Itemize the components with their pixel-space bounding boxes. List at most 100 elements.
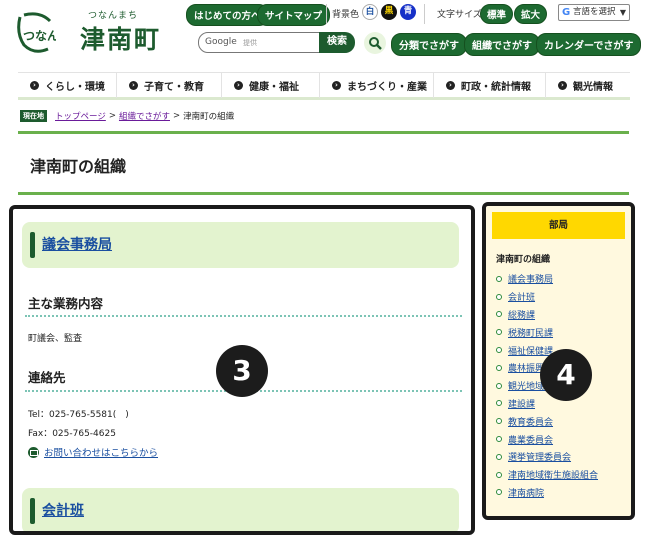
department-link[interactable]: 総務課 (508, 308, 535, 321)
breadcrumb-badge: 現在地 (20, 110, 47, 122)
department-link[interactable]: 津南地域衛生施設組合 (508, 468, 598, 481)
side-subheading: 津南町の組織 (496, 255, 551, 265)
main-content-panel: 議会事務局 主な業務内容 町議会、監査 連絡先 Tel：025-765-5581… (9, 205, 475, 535)
language-select-label: 言語を選択 (573, 7, 616, 17)
contact-heading: 連絡先 (28, 370, 66, 385)
duties-heading: 主な業務内容 (28, 296, 104, 311)
gnav-item-tourism[interactable]: › 観光情報 (546, 73, 630, 98)
logo-emblem-icon: つなん (17, 12, 56, 53)
title-rule-top (18, 131, 629, 134)
bg-white-button[interactable]: 白 (362, 4, 378, 20)
side-heading: 部局 (492, 212, 625, 239)
breadcrumb-separator: > (172, 111, 181, 121)
gnav-label: 健康・福祉 (249, 82, 299, 93)
section-header-council: 議会事務局 (22, 222, 459, 268)
bullet-icon (496, 436, 502, 443)
gnav-item-town-planning[interactable]: › まちづくり・産業 (320, 73, 434, 98)
arrow-right-icon: › (234, 81, 243, 90)
search-placeholder: 提供 (243, 39, 257, 47)
section-link-council[interactable]: 議会事務局 (42, 234, 112, 254)
department-link[interactable]: 選挙管理委員会 (508, 450, 571, 463)
bullet-icon (496, 311, 502, 318)
logo-name: 津南町 (80, 25, 162, 54)
section-accent-bar (30, 498, 35, 524)
section-accent-bar (30, 232, 35, 258)
breadcrumb-link-top[interactable]: トップページ (55, 110, 106, 122)
bullet-icon (496, 400, 502, 407)
gnav-label: 町政・統計情報 (461, 82, 531, 93)
breadcrumb-separator: > (108, 111, 116, 121)
inquiry-link-label: お問い合わせはこちらから (44, 448, 159, 459)
gnav-label: まちづくり・産業 (347, 82, 427, 93)
nav-category-button[interactable]: 分類でさがす (391, 33, 467, 56)
bullet-icon (496, 489, 502, 496)
search-bar: Google 提供 検索 分類でさがす 組織でさがす カレンダーでさがす (198, 32, 642, 56)
duties-text: 町議会、監査 (28, 334, 83, 344)
dotted-divider (25, 315, 462, 317)
contact-tel: Tel：025-765-5581( ) (28, 410, 129, 420)
search-icon (364, 32, 386, 54)
list-item: 津南地域衛生施設組合 (496, 466, 598, 484)
divider (326, 4, 327, 24)
list-item: 津南病院 (496, 484, 598, 502)
font-standard-button[interactable]: 標準 (480, 4, 514, 24)
logo-emblem-text: つなん (23, 29, 56, 43)
gnav-item-health[interactable]: › 健康・福祉 (222, 73, 320, 98)
department-link[interactable]: 福祉保健課 (508, 344, 553, 357)
list-item: 税務町民課 (496, 323, 598, 341)
divider (424, 4, 425, 24)
gnav-item-administration[interactable]: › 町政・統計情報 (434, 73, 546, 98)
title-rule-bottom (18, 192, 629, 195)
sitemap-button[interactable]: サイトマップ (257, 4, 331, 26)
site-header: つなん つなんまち 津南町 はじめての方へ サイトマップ 背景色 白 黒 青 文… (0, 0, 650, 62)
annotation-marker-3: 3 (216, 345, 268, 397)
search-brand: Google (205, 37, 237, 47)
list-item: 議会事務局 (496, 270, 598, 288)
language-select[interactable]: G 言語を選択 ▼ (558, 4, 630, 21)
side-department-panel: 部局 津南町の組織 議会事務局 会計班 総務課 税務町民課 福祉保健課 農林振興… (482, 202, 635, 520)
search-button[interactable]: 検索 (319, 32, 355, 53)
search-input[interactable]: Google 提供 (198, 32, 320, 53)
nav-calendar-button[interactable]: カレンダーでさがす (536, 33, 642, 56)
google-translate-icon: G (562, 7, 571, 18)
bg-blue-button[interactable]: 青 (400, 4, 416, 20)
department-link[interactable]: 津南病院 (508, 486, 544, 499)
breadcrumb-link-org[interactable]: 組織でさがす (119, 110, 170, 122)
list-item: 総務課 (496, 306, 598, 324)
font-large-button[interactable]: 拡大 (514, 4, 548, 24)
contact-fax: Fax：025-765-4625 (28, 429, 116, 439)
breadcrumb: 現在地 トップページ > 組織でさがす > 津南町の組織 (20, 109, 234, 123)
department-link[interactable]: 税務町民課 (508, 326, 553, 339)
bg-black-button[interactable]: 黒 (381, 4, 397, 20)
bullet-icon (496, 453, 502, 460)
bullet-icon (496, 275, 502, 282)
bullet-icon (496, 293, 502, 300)
global-nav: › くらし・環境 › 子育て・教育 › 健康・福祉 › まちづくり・産業 › 町政・統計情… (18, 72, 630, 100)
bullet-icon (496, 364, 502, 371)
department-link[interactable]: 教育委員会 (508, 415, 553, 428)
list-item: 建設課 (496, 395, 598, 413)
annotation-marker-4: 4 (540, 349, 592, 401)
nav-org-button[interactable]: 組織でさがす (464, 33, 540, 56)
bg-color-label: 背景色 (332, 10, 360, 20)
gnav-item-education[interactable]: › 子育て・教育 (117, 73, 222, 98)
utility-bar: はじめての方へ サイトマップ 背景色 白 黒 青 文字サイズ 標準 拡大 G 言… (186, 4, 646, 26)
arrow-right-icon: › (30, 81, 39, 90)
gnav-label: 子育て・教育 (144, 82, 204, 93)
bullet-icon (496, 418, 502, 425)
inquiry-link[interactable]: お問い合わせはこちらから (28, 445, 158, 459)
department-link[interactable]: 議会事務局 (508, 272, 553, 285)
department-link[interactable]: 農業委員会 (508, 433, 553, 446)
department-link[interactable]: 建設課 (508, 397, 535, 410)
gnav-label: くらし・環境 (45, 82, 105, 93)
bullet-icon (496, 382, 502, 389)
gnav-item-living[interactable]: › くらし・環境 (18, 73, 117, 98)
chevron-down-icon: ▼ (619, 8, 626, 17)
section-link-accounting[interactable]: 会計班 (42, 500, 84, 520)
bullet-icon (496, 471, 502, 478)
arrow-right-icon: › (129, 81, 138, 90)
list-item: 農業委員会 (496, 430, 598, 448)
site-logo[interactable]: つなん つなんまち 津南町 (14, 5, 164, 57)
department-link[interactable]: 会計班 (508, 290, 535, 303)
page-title: 津南町の組織 (30, 157, 127, 176)
